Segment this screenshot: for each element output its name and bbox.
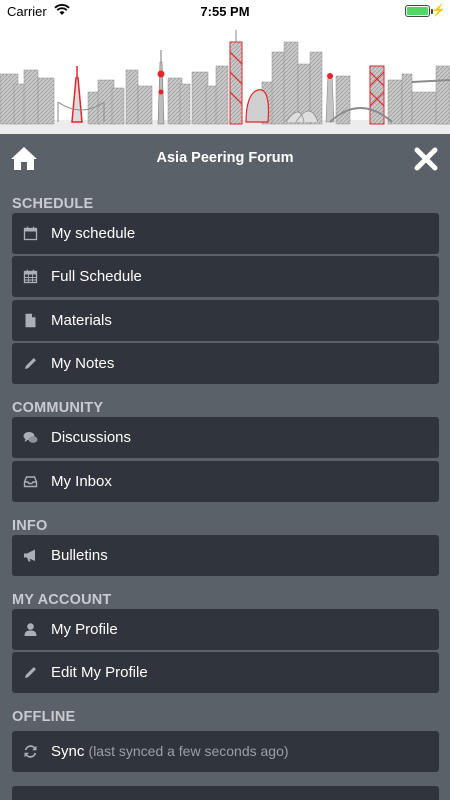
menu-item-my-notes[interactable]: My Notes [12,343,439,384]
menu-item-my-profile[interactable]: My Profile [12,609,439,650]
menu-item-sync[interactable]: Sync (last synced a few seconds ago) [12,731,439,772]
section-label-my-account: MY ACCOUNT [12,592,112,608]
section-label-info: INFO [12,518,48,534]
menu-item-label: My schedule [51,225,136,242]
menu-item-bulletins[interactable]: Bulletins [12,535,439,576]
menu-item-discussions[interactable]: Discussions [12,417,439,458]
user-icon [24,623,37,636]
menu-item-label: Discussions [51,429,132,446]
city-skyline-image [0,30,450,134]
menu-item-full-schedule[interactable]: Full Schedule [12,256,439,297]
charging-icon: ⚡ [431,3,446,17]
menu-item-label: My Inbox [51,473,112,490]
page-title: Asia Peering Forum [156,150,294,166]
calendar-grid-icon [23,269,38,284]
menu-item-label: Sync [51,743,85,760]
section-label-community: COMMUNITY [12,400,104,416]
clock: 7:55 PM [200,4,250,19]
document-icon [25,313,36,328]
section-label-offline: OFFLINE [12,709,76,725]
nav-header: Asia Peering Forum [0,134,450,184]
menu-item-label: My Profile [51,621,118,638]
pencil-icon [25,358,36,369]
menu-item-label: Materials [51,312,112,329]
inbox-icon [23,476,38,488]
sync-status-text: (last synced a few seconds ago) [88,743,289,759]
menu-item-my-schedule[interactable]: My schedule [12,213,439,254]
menu-item-partial[interactable] [12,786,439,800]
megaphone-icon [24,549,35,562]
section-label-schedule: SCHEDULE [12,196,94,212]
menu-item-my-inbox[interactable]: My Inbox [12,461,439,502]
calendar-icon [23,226,38,241]
menu-item-label: My Notes [51,355,115,372]
pencil-icon [25,667,36,678]
refresh-icon [24,745,37,758]
menu-item-materials[interactable]: Materials [12,300,439,341]
close-icon[interactable] [414,147,438,171]
menu-item-label: Edit My Profile [51,664,148,681]
menu-item-label: Full Schedule [51,268,142,285]
status-bar: Carrier 7:55 PM ⚡ [0,0,450,22]
menu-item-edit-my-profile[interactable]: Edit My Profile [12,652,439,693]
top-banner: Carrier 7:55 PM ⚡ [0,0,450,134]
battery-icon [405,5,430,17]
chat-bubbles-icon [23,432,38,443]
menu-item-label: Bulletins [51,547,108,564]
